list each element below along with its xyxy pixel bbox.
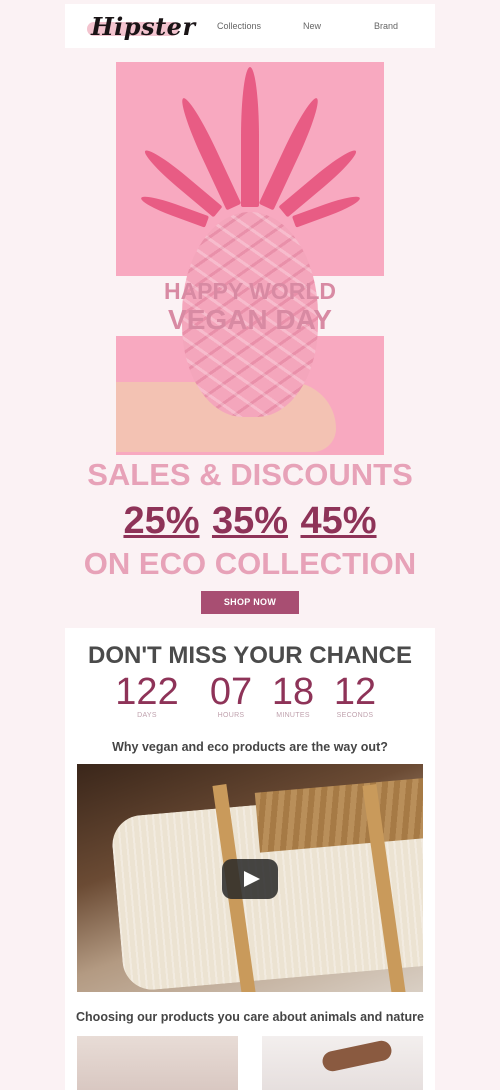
countdown-minutes: 18 MINUTES [261, 672, 325, 719]
countdown-hours-label: HOURS [217, 712, 245, 719]
sales-subline: ON ECO COLLECTION [83, 546, 417, 581]
content-card: DON'T MISS YOUR CHANCE 122 DAYS 07 HOURS… [65, 628, 435, 1090]
countdown-days: 122 DAYS [115, 672, 179, 719]
countdown-title: DON'T MISS YOUR CHANCE [88, 642, 412, 669]
countdown-hours-value: 07 [209, 671, 253, 713]
countdown-seconds: 12 SECONDS [323, 672, 387, 719]
countdown-hours: 07 HOURS [199, 672, 263, 719]
hero-title-line2: VEGAN DAY [168, 304, 332, 335]
logo[interactable]: Hipster [87, 12, 195, 44]
video-player[interactable] [77, 764, 423, 992]
nav-brand[interactable]: Brand [374, 21, 398, 31]
countdown-days-label: DAYS [137, 712, 157, 719]
play-icon[interactable] [222, 859, 278, 899]
countdown-days-value: 122 [115, 671, 179, 713]
discount-35[interactable]: 35% [212, 500, 288, 543]
countdown-seconds-label: SECONDS [336, 712, 374, 719]
discount-row: 25% 35% 45% [65, 500, 435, 543]
countdown-minutes-label: MINUTES [276, 712, 310, 719]
tagline: Choosing our products you care about ani… [76, 1010, 424, 1024]
header-bar: Hipster Collections New Brand [65, 4, 435, 48]
sales-headline: SALES & DISCOUNTS [87, 457, 413, 492]
discount-45[interactable]: 45% [300, 500, 376, 543]
discount-25[interactable]: 25% [123, 500, 199, 543]
product-image-left[interactable] [77, 1036, 238, 1090]
nav-collections[interactable]: Collections [217, 21, 261, 31]
shop-now-button[interactable]: SHOP NOW [201, 591, 299, 614]
play-triangle [244, 871, 260, 887]
countdown-minutes-value: 18 [271, 671, 315, 713]
nav-new[interactable]: New [303, 21, 321, 31]
pineapple-leaf [241, 67, 259, 207]
countdown-seconds-value: 12 [333, 671, 377, 713]
video-question: Why vegan and eco products are the way o… [112, 740, 388, 754]
product-image-arm [320, 1038, 394, 1074]
product-image-right[interactable] [262, 1036, 423, 1090]
logo-text: Hipster [91, 12, 196, 41]
hero-banner: HAPPY WORLD VEGAN DAY [116, 62, 384, 455]
hero-title-line1: HAPPY WORLD [163, 278, 337, 304]
